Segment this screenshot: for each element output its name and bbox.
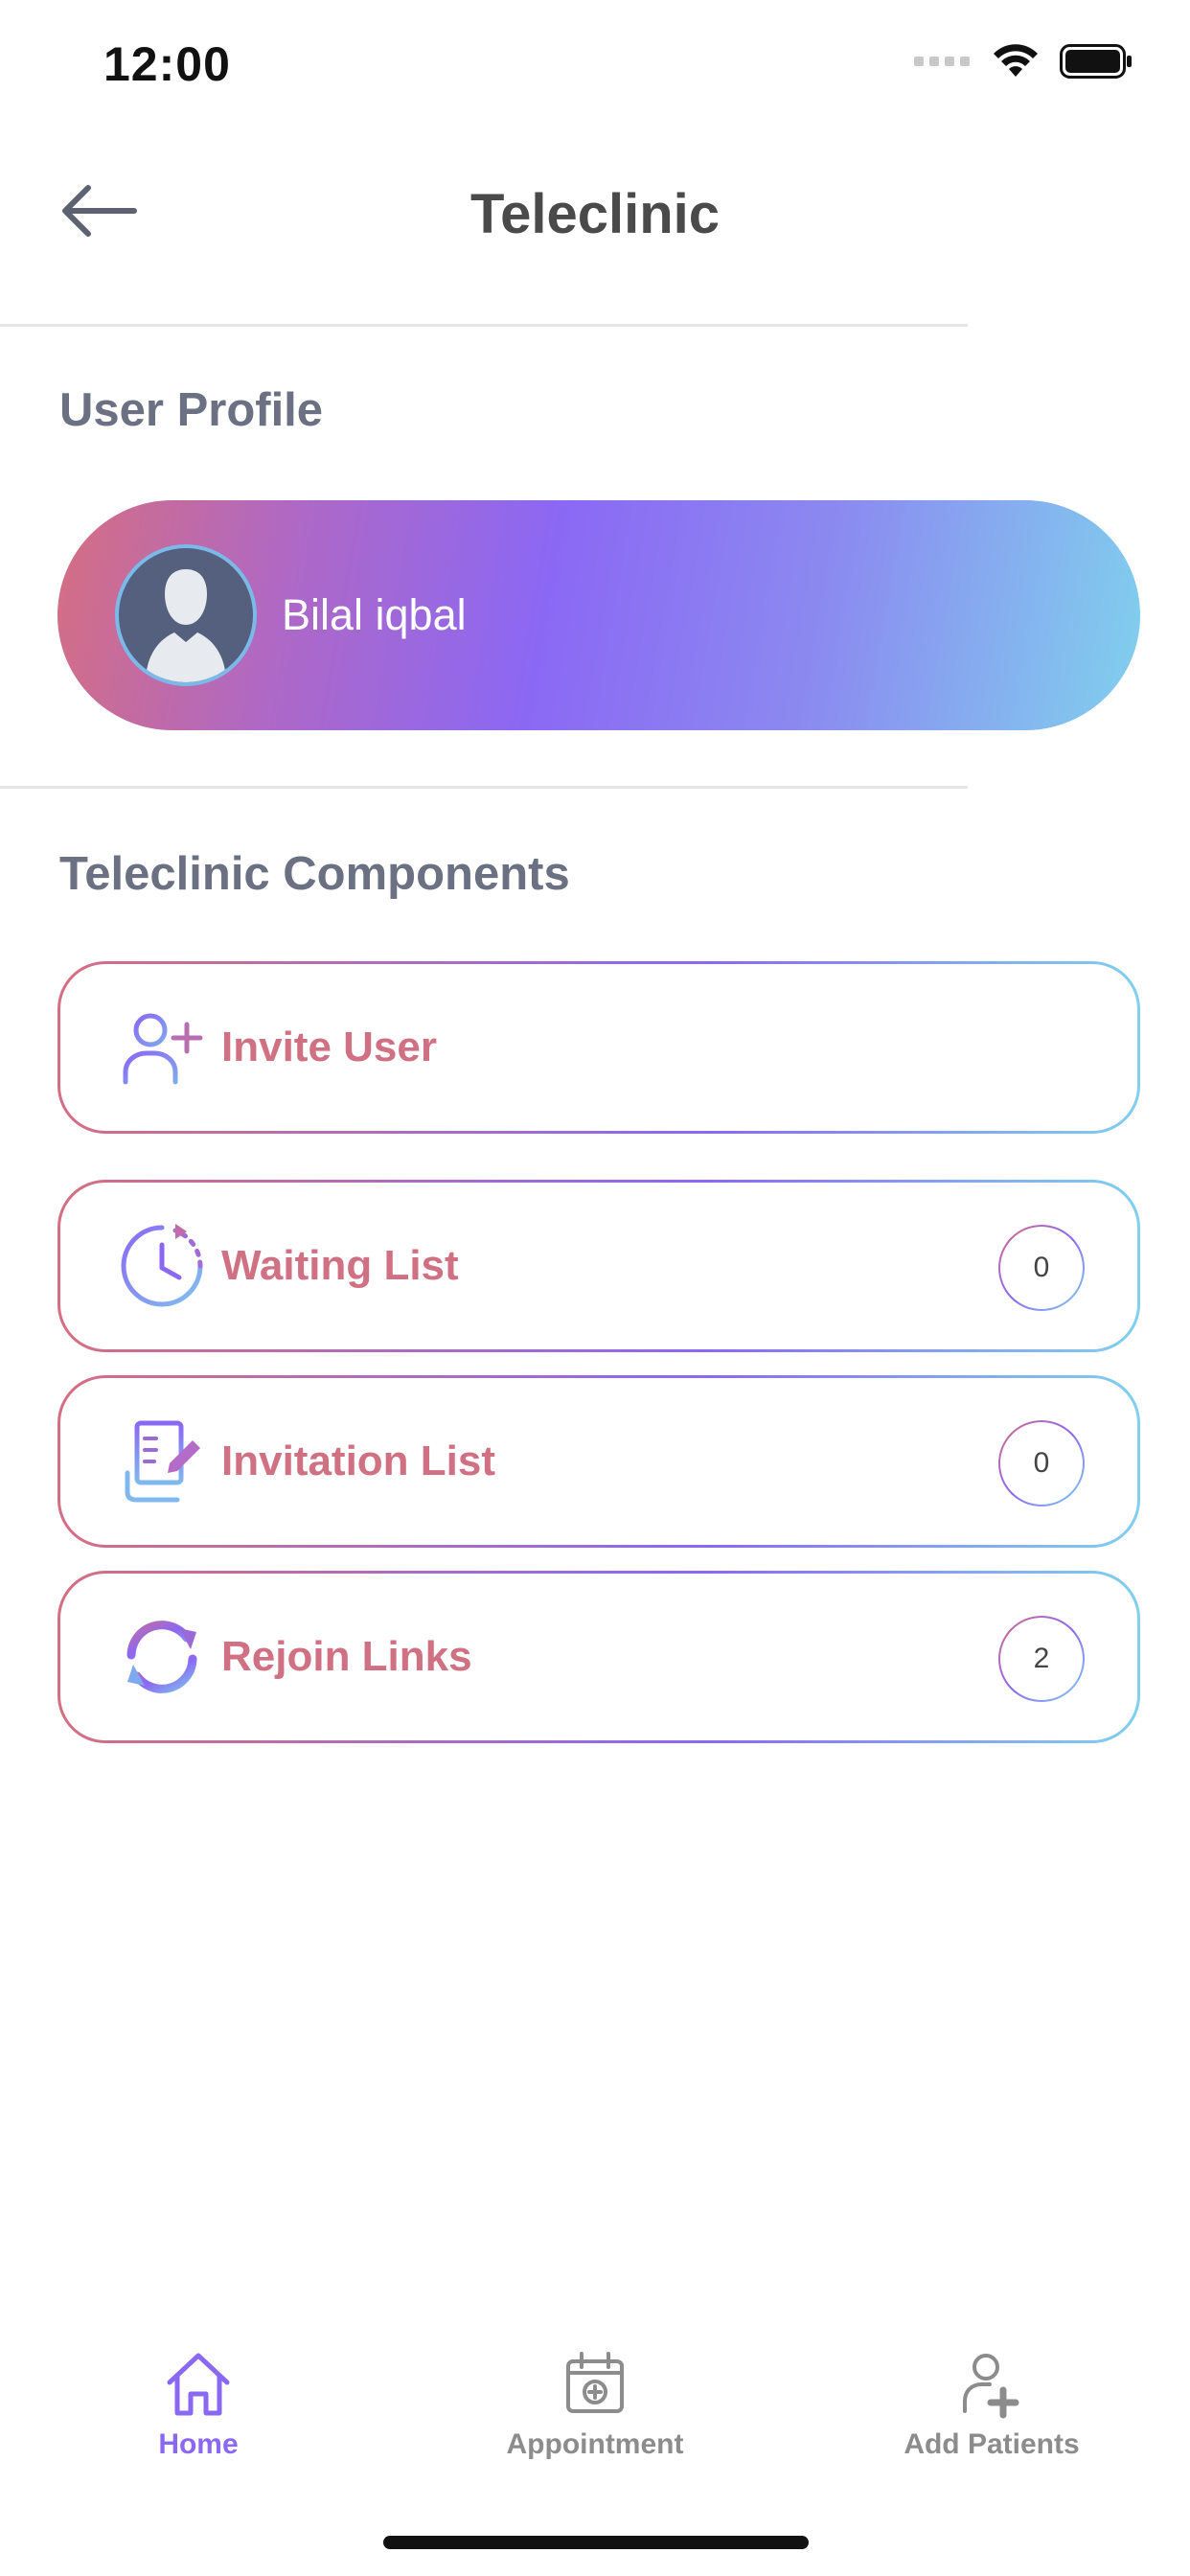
divider	[0, 786, 968, 789]
invite-user-button[interactable]: Invite User	[57, 961, 1140, 1134]
battery-icon	[1060, 44, 1132, 79]
rejoin-links-button[interactable]: Rejoin Links 2	[57, 1571, 1140, 1743]
home-indicator	[383, 2536, 809, 2549]
document-edit-icon	[116, 1415, 208, 1507]
tab-appointment[interactable]: Appointment	[397, 2348, 793, 2461]
status-icons	[914, 42, 1133, 80]
wifi-icon	[994, 44, 1038, 77]
user-silhouette-icon	[146, 569, 226, 682]
count-badge: 0	[998, 1225, 1085, 1311]
row-label: Rejoin Links	[221, 1633, 472, 1680]
tab-home[interactable]: Home	[0, 2348, 397, 2461]
components-title: Teleclinic Components	[59, 848, 570, 900]
waiting-list-button[interactable]: Waiting List 0	[57, 1180, 1140, 1352]
row-label: Invite User	[221, 1024, 437, 1070]
user-profile-title: User Profile	[59, 384, 324, 436]
refresh-icon	[116, 1611, 208, 1703]
row-label: Waiting List	[221, 1242, 459, 1289]
clock-icon	[116, 1220, 208, 1312]
tab-add-patients[interactable]: Add Patients	[793, 2348, 1190, 2461]
profile-card[interactable]: Bilal iqbal	[57, 500, 1140, 730]
invitation-list-button[interactable]: Invitation List 0	[57, 1375, 1140, 1548]
avatar	[115, 544, 257, 686]
calendar-icon	[566, 2352, 624, 2413]
signal-icon	[914, 57, 970, 66]
count-badge: 0	[998, 1420, 1085, 1506]
page-title: Teleclinic	[469, 183, 721, 245]
divider	[0, 324, 968, 327]
count-badge: 2	[998, 1616, 1085, 1702]
status-time: 12:00	[103, 37, 231, 91]
add-patient-icon	[963, 2354, 1019, 2419]
row-label: Invitation List	[221, 1438, 495, 1484]
home-icon	[167, 2353, 230, 2416]
profile-name: Bilal iqbal	[282, 590, 467, 639]
add-user-icon	[116, 1001, 208, 1093]
